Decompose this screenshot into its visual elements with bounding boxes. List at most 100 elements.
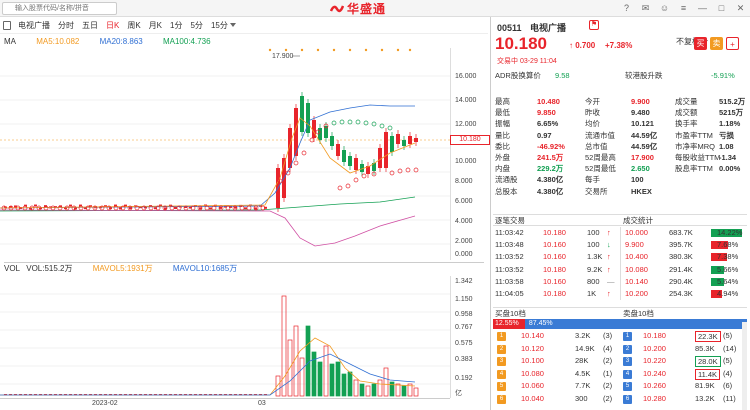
date-axis: 2023-02 03 <box>0 398 450 410</box>
volume-bar <box>359 383 365 397</box>
trade-volume: 1.3K <box>587 252 603 262</box>
stat-value: 4.380亿 <box>537 186 564 196</box>
sar-dot <box>413 167 419 173</box>
ask-price: 10.280 <box>643 393 666 403</box>
sar-dot <box>301 150 307 156</box>
trade-stat-row: 10.400 380.3K 7.38% <box>621 251 747 263</box>
alert-icon[interactable]: ⚑ <box>589 20 599 30</box>
tab-1min[interactable]: 1分 <box>166 18 186 34</box>
stat-value: 100 <box>631 175 644 185</box>
menu-icon[interactable]: ≡ <box>678 3 689 14</box>
candle <box>390 136 394 152</box>
ask-orders: (11) <box>723 393 736 403</box>
orderbook-scrollbar[interactable] <box>742 322 747 410</box>
tab-intraday[interactable]: 分时 <box>54 18 78 34</box>
sell-button[interactable]: 卖 <box>710 37 723 50</box>
stat-label: 成交量 <box>675 97 698 106</box>
trades-list: 11:03:42 10.180 100 ↑ 11:03:48 10.160 100 ↓ 11:0… <box>493 227 621 300</box>
stat-label: 内盘 <box>495 164 510 174</box>
bid-ratio: 12.55% <box>493 319 525 329</box>
add-watchlist-button[interactable]: + <box>726 37 739 50</box>
stat-label: 市盈率TTM <box>675 130 713 140</box>
price-tick: 12.000 <box>455 121 477 128</box>
tab-5min[interactable]: 5分 <box>186 18 206 34</box>
candle <box>300 96 304 132</box>
maximize-icon[interactable]: □ <box>716 3 727 14</box>
volume-bar <box>347 371 353 397</box>
mail-icon[interactable]: ✉ <box>640 3 651 14</box>
orderbook-header: 买盘10档 卖盘10档 <box>493 307 747 319</box>
stat-value: 6.65% <box>537 119 559 129</box>
volume-chart[interactable] <box>0 276 450 398</box>
ma5-value: MA5:10.082 <box>36 37 80 46</box>
stat-value: 0.97 <box>537 130 552 140</box>
orderbook-row: 1 10.140 3.2K (3) 1 10.180 22.3K (5) <box>493 330 747 343</box>
sar-dot <box>337 185 343 191</box>
tab-15min[interactable]: 15分 <box>207 18 240 34</box>
sar-dot <box>347 119 353 125</box>
price-tick: 16.000 <box>455 73 477 80</box>
stat-label: 52周最低 <box>585 164 616 174</box>
tab-five-day[interactable]: 五日 <box>78 18 102 34</box>
trade-time: 11:03:42 <box>495 228 524 237</box>
volume-bar <box>371 383 377 397</box>
orderbook-row: 3 10.100 28K (2) 3 10.220 28.0K (5) <box>493 355 747 368</box>
volume-bars <box>4 295 419 397</box>
sar-dot <box>353 177 359 183</box>
close-icon[interactable]: ✕ <box>735 3 746 14</box>
search-input[interactable] <box>2 2 117 15</box>
brand-name: 华盛通 <box>347 2 387 16</box>
stat-volume: 395.7K <box>669 240 693 250</box>
price-change-percent: +7.38% <box>605 41 633 50</box>
volume-bar <box>377 379 383 397</box>
trades-title[interactable]: 逐笔交易 <box>495 215 525 226</box>
trade-time: 11:03:52 <box>495 264 524 274</box>
bid-level: 4 <box>497 369 506 379</box>
help-icon[interactable]: ? <box>621 3 632 14</box>
event-marker <box>380 48 384 52</box>
minimize-icon[interactable]: — <box>697 3 708 14</box>
ask-orders: (14) <box>723 343 737 353</box>
orderbook: 1 10.140 3.2K (3) 1 10.180 22.3K (5) 2 10.120 14.9… <box>493 330 747 406</box>
trade-stat-row: 10.200 254.3K 4.94% <box>621 288 747 300</box>
price-axis: 16.000 14.000 12.000 10.000 8.000 6.000 … <box>450 48 490 260</box>
arrow-up-icon: ↑ <box>607 264 611 274</box>
candle <box>414 138 418 142</box>
event-marker <box>300 48 304 52</box>
stats-row: 最高 10.480 今开 9.900 成交量 515.2万 <box>493 96 747 107</box>
ask-orders: (5) <box>723 356 733 366</box>
user-icon[interactable]: ☺ <box>659 3 670 14</box>
tab-daily-k[interactable]: 日K <box>102 18 123 34</box>
bid-volume: 14.9K <box>575 343 595 353</box>
stat-label: 换手率 <box>675 119 698 129</box>
event-marker <box>364 48 368 52</box>
ask-price: 10.220 <box>643 356 666 366</box>
stats-row: 最低 9.850 昨收 9.480 成交额 5215万 <box>493 107 747 118</box>
vol-label: VOL <box>4 264 21 273</box>
stat-value: 1.18% <box>719 119 741 129</box>
kline-chart[interactable]: 17.900 <box>0 48 450 260</box>
buy-button[interactable]: 买 <box>694 37 707 50</box>
candle <box>330 136 334 146</box>
stat-label: 交易所 <box>585 186 608 196</box>
price-tick: 0.000 <box>455 251 473 258</box>
trade-stats-title[interactable]: 成交统计 <box>623 215 653 226</box>
event-marker <box>284 48 288 52</box>
ask-price: 10.200 <box>643 343 666 353</box>
arrow-up-icon: ↑ <box>607 288 611 298</box>
ask-price: 10.180 <box>643 331 666 340</box>
stat-label: 每股收益TTM <box>675 152 721 162</box>
trade-time: 11:03:58 <box>495 276 524 286</box>
ask-orders: (4) <box>723 368 733 378</box>
sar-dot <box>379 123 385 129</box>
sar-dot <box>339 119 345 125</box>
orderbook-row: 4 10.080 4.5K (1) 4 10.240 11.4K (4) <box>493 368 747 381</box>
tab-weekly-k[interactable]: 周K <box>123 18 144 34</box>
stat-price: 10.140 <box>625 276 648 286</box>
trade-price: 10.180 <box>543 264 566 274</box>
stats-row: 量比 0.97 流通市值 44.59亿 市盈率TTM 亏损 <box>493 130 747 141</box>
trade-volume: 9.2K <box>587 264 603 274</box>
tab-monthly-k[interactable]: 月K <box>145 18 166 34</box>
bid-orders: (2) <box>603 356 613 366</box>
trade-row: 11:03:48 10.160 100 ↓ <box>493 239 621 251</box>
